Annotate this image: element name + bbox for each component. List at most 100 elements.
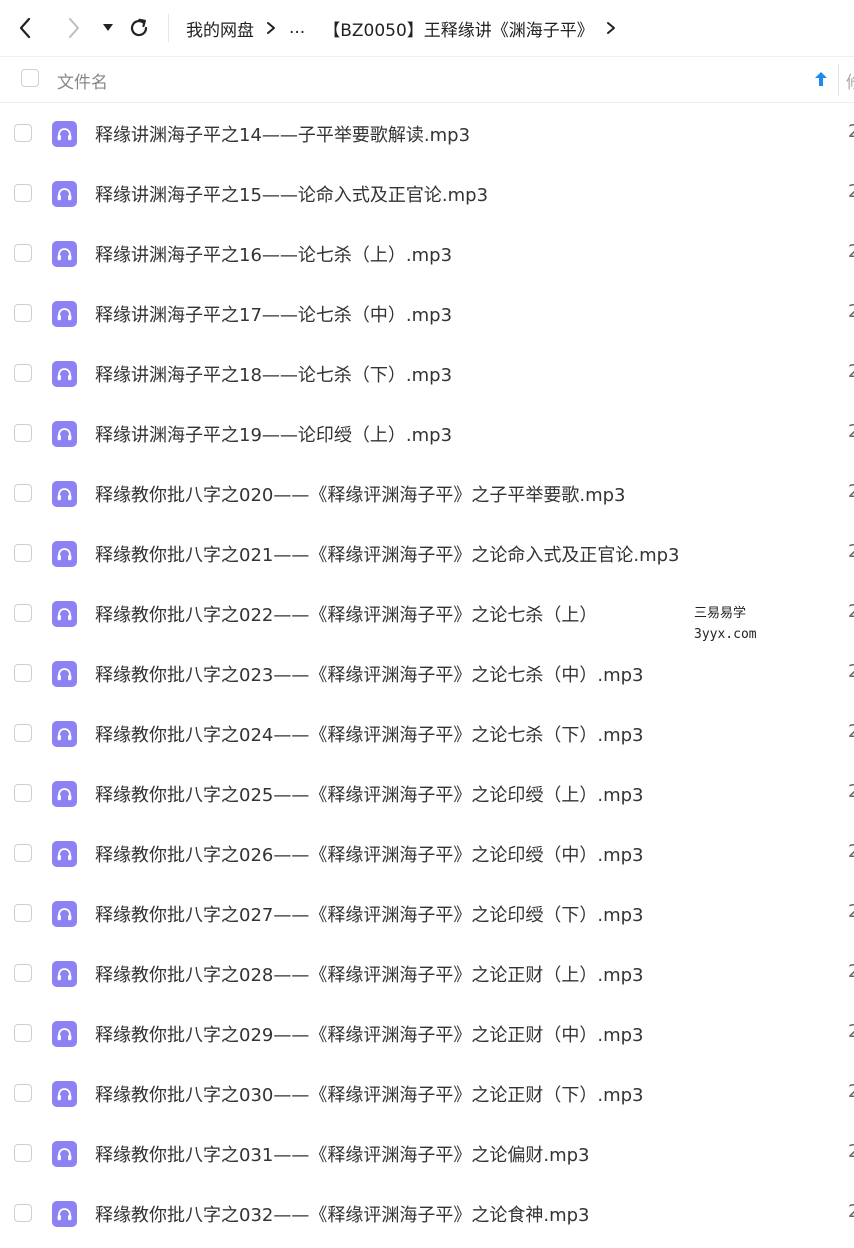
file-row[interactable]: 释缘教你批八字之032——《释缘评渊海子平》之论食神.mp3 2 [0,1183,854,1243]
breadcrumb-current[interactable]: 【BZ0050】王释缘讲《渊海子平》 [323,16,594,41]
file-row[interactable]: 释缘讲渊海子平之14——子平举要歌解读.mp3 2 [0,103,854,163]
row-checkbox[interactable] [14,184,32,202]
headphones-icon [52,901,77,927]
file-name[interactable]: 释缘教你批八字之026——《释缘评渊海子平》之论印绶（中）.mp3 [95,841,644,867]
forward-button[interactable] [61,16,85,40]
breadcrumb-expand-icon[interactable] [606,21,616,35]
refresh-button[interactable] [127,16,151,40]
file-row[interactable]: 释缘讲渊海子平之16——论七杀（上）.mp3 2 [0,223,854,283]
row-next-column-partial: 2 [848,601,854,622]
row-checkbox[interactable] [14,1024,32,1042]
headphones-icon [52,661,77,687]
row-checkbox[interactable] [14,724,32,742]
file-name[interactable]: 释缘教你批八字之025——《释缘评渊海子平》之论印绶（上）.mp3 [95,781,644,807]
headphones-icon [52,601,77,627]
file-row[interactable]: 释缘教你批八字之030——《释缘评渊海子平》之论正财（下）.mp3 2 [0,1063,854,1123]
file-name[interactable]: 释缘讲渊海子平之15——论命入式及正官论.mp3 [95,181,488,207]
file-row[interactable]: 释缘讲渊海子平之19——论印绶（上）.mp3 2 [0,403,854,463]
file-row[interactable]: 释缘讲渊海子平之17——论七杀（中）.mp3 2 [0,283,854,343]
row-next-column-partial: 2 [848,661,854,682]
file-name[interactable]: 释缘教你批八字之021——《释缘评渊海子平》之论命入式及正官论.mp3 [95,541,680,567]
file-row[interactable]: 释缘教你批八字之020——《释缘评渊海子平》之子平举要歌.mp3 2 [0,463,854,523]
file-row[interactable]: 释缘教你批八字之021——《释缘评渊海子平》之论命入式及正官论.mp3 2 [0,523,854,583]
row-next-column-partial: 2 [848,1081,854,1102]
row-checkbox[interactable] [14,784,32,802]
file-name[interactable]: 释缘教你批八字之020——《释缘评渊海子平》之子平举要歌.mp3 [95,481,626,507]
file-name[interactable]: 释缘教你批八字之028——《释缘评渊海子平》之论正财（上）.mp3 [95,961,644,987]
row-checkbox[interactable] [14,1144,32,1162]
row-checkbox[interactable] [14,1084,32,1102]
file-name[interactable]: 释缘教你批八字之029——《释缘评渊海子平》之论正财（中）.mp3 [95,1021,644,1047]
row-checkbox[interactable] [14,364,32,382]
watermark-line2: 3yyx.com [694,627,757,642]
row-checkbox[interactable] [14,544,32,562]
headphones-icon [52,781,77,807]
select-all-checkbox[interactable] [21,69,39,87]
headphones-icon [52,961,77,987]
row-next-column-partial: 2 [848,121,854,142]
row-checkbox[interactable] [14,484,32,502]
file-row[interactable]: 释缘讲渊海子平之18——论七杀（下）.mp3 2 [0,343,854,403]
headphones-icon [52,361,77,387]
file-row[interactable]: 释缘教你批八字之027——《释缘评渊海子平》之论印绶（下）.mp3 2 [0,883,854,943]
file-name[interactable]: 释缘教你批八字之022——《释缘评渊海子平》之论七杀（上） [95,601,597,627]
file-name[interactable]: 释缘教你批八字之023——《释缘评渊海子平》之论七杀（中）.mp3 [95,661,644,687]
headphones-icon [52,1081,77,1107]
file-list-header: 文件名 修 [0,57,854,103]
headphones-icon [52,1141,77,1167]
breadcrumb-root[interactable]: 我的网盘 [186,16,254,41]
column-next-partial: 修 [846,68,854,93]
nav-separator [168,14,169,42]
headphones-icon [52,1201,77,1227]
row-next-column-partial: 2 [848,301,854,322]
row-checkbox[interactable] [14,424,32,442]
row-next-column-partial: 2 [848,481,854,502]
row-next-column-partial: 2 [848,1201,854,1222]
row-checkbox[interactable] [14,844,32,862]
file-name[interactable]: 释缘教你批八字之024——《释缘评渊海子平》之论七杀（下）.mp3 [95,721,644,747]
row-checkbox[interactable] [14,664,32,682]
back-button[interactable] [14,16,38,40]
file-name[interactable]: 释缘教你批八字之031——《释缘评渊海子平》之论偏财.mp3 [95,1141,590,1167]
caret-down-icon [103,24,113,31]
row-checkbox[interactable] [14,604,32,622]
breadcrumb-ellipsis[interactable]: ... [289,18,305,38]
row-next-column-partial: 2 [848,421,854,442]
file-row[interactable]: 释缘教你批八字之024——《释缘评渊海子平》之论七杀（下）.mp3 2 [0,703,854,763]
file-row[interactable]: 释缘教你批八字之028——《释缘评渊海子平》之论正财（上）.mp3 2 [0,943,854,1003]
chevron-left-icon [19,17,31,39]
row-checkbox[interactable] [14,124,32,142]
file-row[interactable]: 释缘教你批八字之031——《释缘评渊海子平》之论偏财.mp3 2 [0,1123,854,1183]
row-checkbox[interactable] [14,964,32,982]
file-row[interactable]: 释缘讲渊海子平之15——论命入式及正官论.mp3 2 [0,163,854,223]
file-row[interactable]: 释缘教你批八字之025——《释缘评渊海子平》之论印绶（上）.mp3 2 [0,763,854,823]
row-checkbox[interactable] [14,904,32,922]
file-name[interactable]: 释缘讲渊海子平之16——论七杀（上）.mp3 [95,241,452,267]
watermark-line1: 三易易学 [694,606,747,621]
file-name[interactable]: 释缘讲渊海子平之18——论七杀（下）.mp3 [95,361,452,387]
file-name[interactable]: 释缘教你批八字之032——《释缘评渊海子平》之论食神.mp3 [95,1201,590,1227]
arrow-up-icon [815,72,827,86]
file-name[interactable]: 释缘讲渊海子平之17——论七杀（中）.mp3 [95,301,452,327]
row-checkbox[interactable] [14,244,32,262]
file-name[interactable]: 释缘教你批八字之027——《释缘评渊海子平》之论印绶（下）.mp3 [95,901,644,927]
headphones-icon [52,241,77,267]
file-name[interactable]: 释缘讲渊海子平之19——论印绶（上）.mp3 [95,421,452,447]
row-checkbox[interactable] [14,1204,32,1222]
row-checkbox[interactable] [14,304,32,322]
file-row[interactable]: 释缘教你批八字之029——《释缘评渊海子平》之论正财（中）.mp3 2 [0,1003,854,1063]
headphones-icon [52,841,77,867]
history-dropdown-button[interactable] [99,18,117,38]
headphones-icon [52,541,77,567]
file-row[interactable]: 释缘教你批八字之026——《释缘评渊海子平》之论印绶（中）.mp3 2 [0,823,854,883]
chevron-right-icon [69,18,79,38]
file-row[interactable]: 释缘教你批八字之023——《释缘评渊海子平》之论七杀（中）.mp3 2 [0,643,854,703]
file-name[interactable]: 释缘教你批八字之030——《释缘评渊海子平》之论正财（下）.mp3 [95,1081,644,1107]
column-divider[interactable] [838,64,839,96]
watermark: 三易易学 3yyx.com [694,603,757,645]
file-name[interactable]: 释缘讲渊海子平之14——子平举要歌解读.mp3 [95,121,470,147]
headphones-icon [52,1021,77,1047]
column-file-name[interactable]: 文件名 [57,68,108,93]
sort-toggle[interactable] [814,70,830,88]
headphones-icon [52,121,77,147]
